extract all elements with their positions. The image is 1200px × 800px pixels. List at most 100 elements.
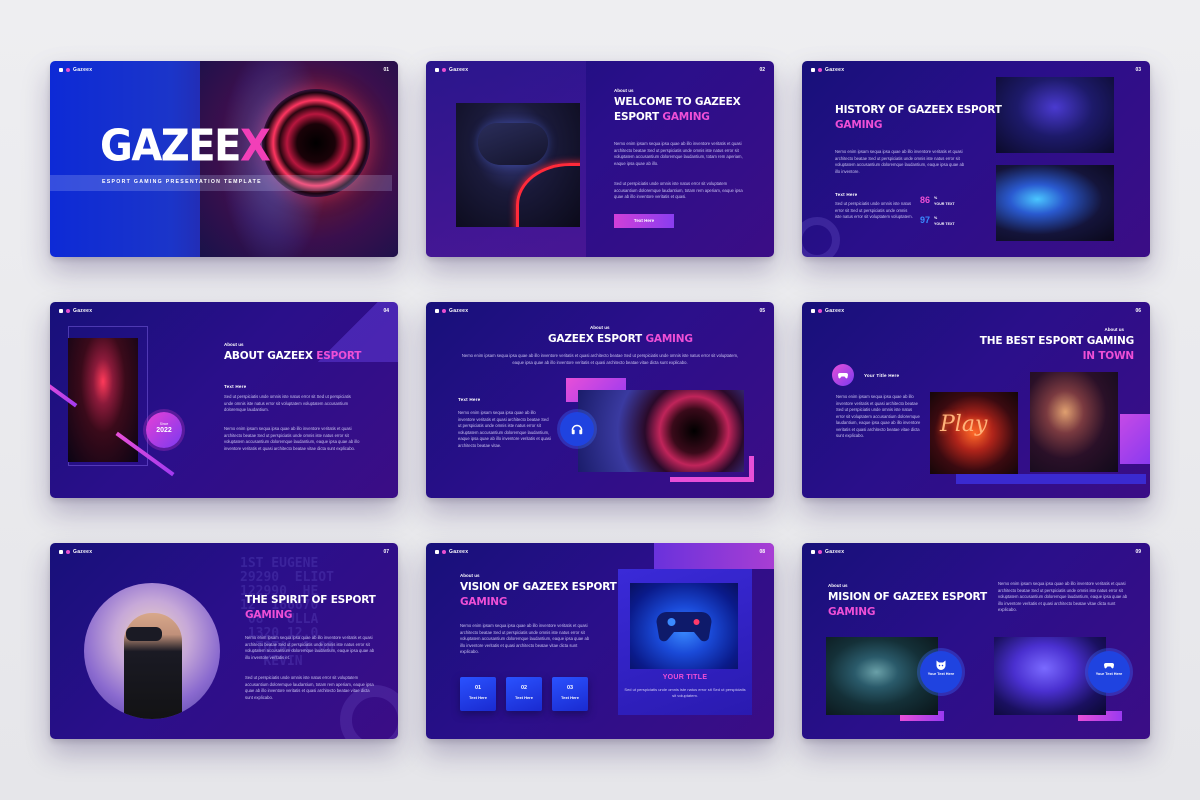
slide-08-vision[interactable]: YOUR TITLE Sed ut perspiciatis unde omni…: [426, 543, 774, 739]
paragraph-2: Sed ut perspiciatis unde omnis iste natu…: [835, 201, 913, 219]
slide-07-spirit[interactable]: 1ST EUGENE 29290 ELIOT 122990 HE 12 1666…: [50, 543, 398, 739]
logo-dot-icon: [818, 550, 822, 554]
panel-title: YOUR TITLE: [662, 674, 708, 681]
logo-dot-icon: [818, 68, 822, 72]
logo-square-icon: [811, 550, 815, 554]
title-accent: IN TOWN: [1082, 350, 1135, 363]
step-number: 03: [566, 685, 574, 691]
brand-name: Gazeex: [73, 308, 93, 314]
brand-logo: Gazeex: [59, 67, 92, 73]
cat-icon: [936, 660, 946, 670]
brand-logo: Gazeex: [435, 308, 468, 314]
slide-title: VISION OF GAZEEX ESPORT GAMING: [460, 580, 617, 610]
step-number: 01: [474, 685, 482, 691]
stat-1-value: 86: [920, 195, 931, 205]
slide-09-mision[interactable]: Your Text Here Your Text Here Gazeex 09 …: [802, 543, 1150, 739]
badge-text: Your Text Here: [927, 672, 955, 676]
slide-06-best-esport[interactable]: Play Gazeex 06 About us THE BEST ESPORT …: [802, 302, 1150, 498]
blue-gamepad-photo: [630, 583, 738, 669]
intro-paragraph: Nemo enim ipsam sequa ipsa quae ab illo …: [461, 353, 739, 365]
title-accent: GAMING: [245, 609, 293, 622]
kicker: About us: [614, 88, 634, 93]
cat-icon-badge[interactable]: Your Text Here: [920, 651, 962, 693]
gamepad-icon: [656, 612, 712, 642]
paragraph-1: Nemo enim ipsam sequa ipsa quae ab illo …: [458, 410, 551, 448]
title-accent: GAMING: [645, 333, 693, 345]
logo-square-icon: [811, 309, 815, 313]
stat-2-value: 97: [920, 215, 931, 225]
logo-dot-icon: [66, 309, 70, 313]
brand-name: Gazeex: [449, 549, 469, 555]
slide-02-welcome[interactable]: Gazeex 02 About us WELCOME TO GAZEEX ESP…: [426, 61, 774, 257]
brand-logo: Gazeex: [59, 308, 92, 314]
slide-03-history[interactable]: Gazeex 03 HISTORY OF GAZEEX ESPORT GAMIN…: [802, 61, 1150, 257]
step-box-01[interactable]: 01 Text Here: [460, 677, 496, 711]
since-label: Since: [159, 422, 169, 426]
page-number: 06: [1135, 308, 1141, 314]
title-line1: VISION OF GAZEEX ESPORT: [460, 581, 617, 593]
brand-name: Gazeex: [73, 549, 93, 555]
slide-title: HISTORY OF GAZEEX ESPORT GAMING: [835, 103, 1002, 133]
decor-ring: [802, 217, 840, 257]
logo-dot-icon: [442, 309, 446, 313]
slide-title: MISION OF GAZEEX ESPORT GAMING: [828, 590, 987, 620]
page-number: 02: [759, 67, 765, 73]
title-accent: GAMING: [662, 111, 710, 124]
gamepad-silhouette: [478, 123, 548, 165]
gamer-photo: [1030, 372, 1118, 472]
step-number: 02: [520, 685, 528, 691]
brand-logo: Gazeex: [811, 549, 844, 555]
slide-05-esport-gaming[interactable]: Gazeex 05 About us GAZEEX ESPORT GAMING …: [426, 302, 774, 498]
slide-title: THE SPIRIT OF ESPORT GAMING: [245, 593, 376, 623]
title-line1: THE SPIRIT OF ESPORT: [245, 594, 376, 606]
brand-logo: Gazeex: [811, 67, 844, 73]
pc-gamer-photo: [996, 165, 1114, 241]
vr-man-photo: [84, 583, 220, 719]
brand-logo: Gazeex: [435, 67, 468, 73]
logo-dot-icon: [66, 550, 70, 554]
slide-01-cover[interactable]: Gazeex 01 GAZEEX ESPORT GAMING PRESENTAT…: [50, 61, 398, 257]
page-number: 05: [759, 308, 765, 314]
step-label: Text Here: [469, 695, 487, 700]
decor-block: [1120, 414, 1150, 464]
vr-player-photo: [996, 77, 1114, 153]
paragraph-1: Nemo enim ipsam sequa ipsa quae ab illo …: [836, 394, 921, 438]
since-year: 2022: [156, 427, 172, 434]
logo-square-icon: [435, 309, 439, 313]
kicker: About us: [224, 342, 244, 347]
cover-title-main: GAZEE: [100, 120, 241, 172]
gamepad-icon-badge[interactable]: Your Text Here: [1088, 651, 1130, 693]
paragraph-1: Nemo enim ipsam sequa ipsa quae ab illo …: [460, 623, 590, 654]
since-badge: Since 2022: [146, 412, 182, 448]
slide-04-about[interactable]: Since 2022 Gazeex 04 About us ABOUT GAZE…: [50, 302, 398, 498]
paragraph-1: Nemo enim ipsam sequa ipsa quae ab illo …: [614, 141, 743, 166]
page-number: 07: [383, 549, 389, 555]
gamepad-icon: [838, 373, 848, 379]
cover-tagline: ESPORT GAMING PRESENTATION TEMPLATE: [102, 179, 262, 185]
gamepad-icon-badge[interactable]: [832, 364, 854, 386]
logo-square-icon: [811, 68, 815, 72]
paragraph-2: Sed ut perspiciatis unde omnis iste natu…: [245, 675, 374, 700]
headphones-icon-badge[interactable]: [560, 412, 594, 446]
page-number: 03: [1135, 67, 1141, 73]
step-box-03[interactable]: 03 Text Here: [552, 677, 588, 711]
logo-dot-icon: [442, 550, 446, 554]
title-line1: WELCOME TO GAZEEX: [614, 96, 741, 108]
title-line1: HISTORY OF GAZEEX ESPORT: [835, 104, 1002, 116]
slide-title: WELCOME TO GAZEEX ESPORT GAMING: [614, 95, 741, 125]
step-box-02[interactable]: 02 Text Here: [506, 677, 542, 711]
kicker: About us: [460, 573, 480, 578]
vr-headset: [126, 627, 162, 641]
logo-square-icon: [435, 550, 439, 554]
logo-dot-icon: [442, 68, 446, 72]
slide-title: ABOUT GAZEEX ESPORT: [224, 349, 361, 364]
logo-square-icon: [59, 309, 63, 313]
title-line1: ABOUT GAZEEX: [224, 350, 313, 362]
title-accent: GAMING: [460, 596, 508, 609]
text-here-button[interactable]: Text Here: [614, 214, 674, 228]
slide-title: GAZEEX ESPORT GAMING: [548, 332, 693, 347]
title-line1: GAZEEX ESPORT: [548, 333, 642, 345]
page-number: 04: [383, 308, 389, 314]
subhead: Text Here: [835, 192, 858, 197]
brand-name: Gazeex: [825, 549, 845, 555]
